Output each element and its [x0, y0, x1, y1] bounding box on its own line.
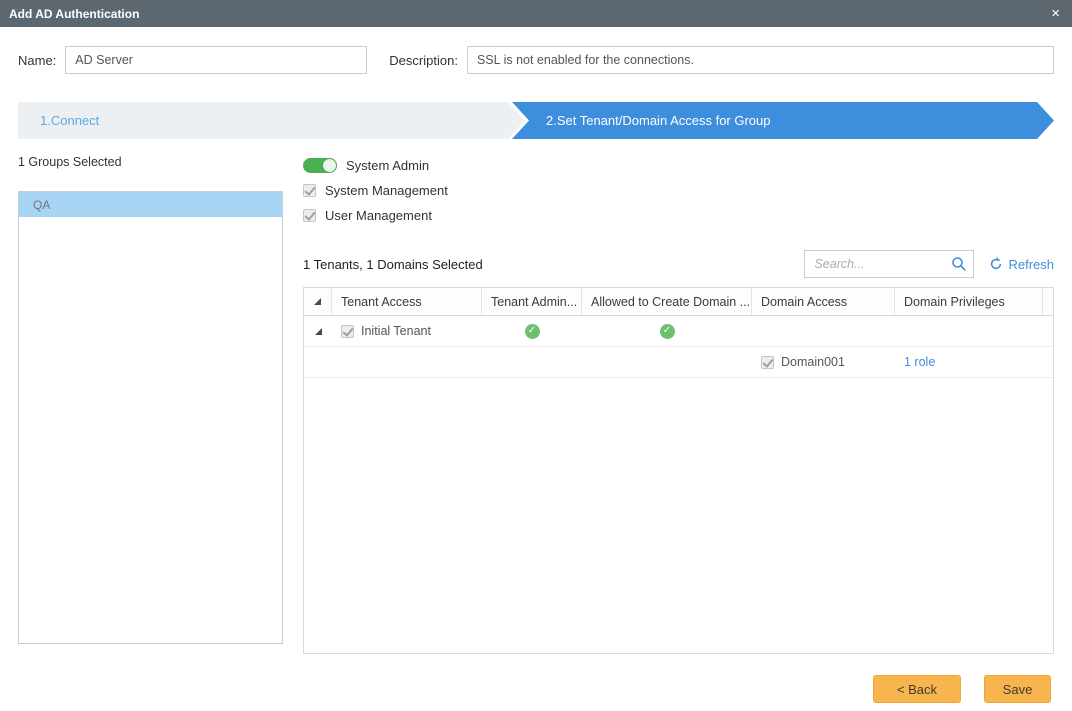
add-ad-authentication-dialog: Add AD Authentication × Name: Descriptio…: [0, 0, 1072, 654]
save-button[interactable]: Save: [984, 675, 1051, 703]
wizard-steps: 1.Connect 2.Set Tenant/Domain Access for…: [18, 102, 1054, 139]
header-expand-cell: [304, 288, 332, 315]
tenant-checkbox: [341, 325, 354, 338]
tenants-summary: 1 Tenants, 1 Domains Selected: [303, 257, 483, 272]
system-management-label: System Management: [325, 183, 448, 198]
user-management-label: User Management: [325, 208, 432, 223]
tenant-name: Initial Tenant: [361, 324, 431, 338]
domain-row[interactable]: Domain001 1 role: [304, 347, 1053, 378]
refresh-button[interactable]: Refresh: [989, 257, 1054, 272]
system-management-row: System Management: [303, 183, 1054, 198]
description-input[interactable]: [467, 46, 1054, 74]
system-admin-label: System Admin: [346, 158, 429, 173]
col-domain-access: Domain Access: [752, 288, 895, 315]
refresh-label: Refresh: [1008, 257, 1054, 272]
domain-privileges-link[interactable]: 1 role: [904, 355, 935, 369]
search-icon[interactable]: [951, 256, 967, 272]
group-list-item[interactable]: QA: [19, 192, 282, 217]
name-input[interactable]: [65, 46, 367, 74]
domain-access-cell: [752, 316, 895, 346]
tenant-row[interactable]: Initial Tenant ✓ ✓: [304, 316, 1053, 347]
user-management-checkbox: [303, 209, 316, 222]
system-admin-row: System Admin: [303, 158, 1054, 173]
system-management-checkbox: [303, 184, 316, 197]
allowed-create-cell: [582, 347, 752, 377]
tenant-admin-cell: [482, 347, 582, 377]
system-admin-toggle[interactable]: [303, 158, 337, 173]
expand-all-icon[interactable]: [314, 298, 321, 305]
domain-name: Domain001: [781, 355, 845, 369]
step-tenant-domain-access-label: 2.Set Tenant/Domain Access for Group: [546, 113, 771, 128]
groups-panel: 1 Groups Selected QA: [18, 153, 283, 654]
back-button[interactable]: < Back: [873, 675, 961, 703]
tenant-access-grid: Tenant Access Tenant Admin... Allowed to…: [303, 287, 1054, 654]
row-expand-cell: [304, 347, 332, 377]
dialog-content: 1 Groups Selected QA System Admin System…: [0, 153, 1072, 654]
step-connect-label: 1.Connect: [40, 113, 99, 128]
dialog-footer: < Back Save: [873, 675, 1051, 703]
toggle-knob: [323, 159, 336, 172]
col-domain-privileges: Domain Privileges: [895, 288, 1043, 315]
search-box: [804, 250, 974, 278]
domain-privileges-cell: 1 role: [895, 347, 1043, 377]
dialog-title: Add AD Authentication: [9, 7, 139, 21]
groups-selected-count: 1 Groups Selected: [18, 155, 283, 169]
tenant-admin-cell: ✓: [482, 316, 582, 346]
dialog-titlebar: Add AD Authentication ×: [0, 0, 1072, 27]
refresh-icon: [989, 257, 1003, 271]
tenant-admin-check-icon: ✓: [525, 324, 540, 339]
domain-access-cell: Domain001: [752, 347, 895, 377]
col-tenant-admin: Tenant Admin...: [482, 288, 582, 315]
tenant-access-cell: [332, 347, 482, 377]
access-panel: System Admin System Management User Mana…: [303, 153, 1054, 654]
tenants-toolbar: 1 Tenants, 1 Domains Selected Refresh: [303, 250, 1054, 278]
col-tenant-access: Tenant Access: [332, 288, 482, 315]
close-icon[interactable]: ×: [1051, 6, 1060, 21]
description-label: Description:: [389, 53, 458, 68]
row-spacer-cell: [1043, 316, 1053, 346]
header-spacer-cell: [1043, 288, 1053, 315]
domain-privileges-cell: [895, 316, 1043, 346]
row-expand-cell: [304, 316, 332, 346]
domain-checkbox: [761, 356, 774, 369]
groups-list: QA: [18, 191, 283, 644]
step-connect[interactable]: 1.Connect: [18, 102, 525, 139]
step-tenant-domain-access[interactable]: 2.Set Tenant/Domain Access for Group: [512, 102, 1054, 139]
row-spacer-cell: [1043, 347, 1053, 377]
search-input[interactable]: [805, 252, 951, 276]
collapse-row-icon[interactable]: [315, 328, 322, 335]
allowed-create-cell: ✓: [582, 316, 752, 346]
name-label: Name:: [18, 53, 56, 68]
tenant-access-cell: Initial Tenant: [332, 316, 482, 346]
user-management-row: User Management: [303, 208, 1054, 223]
grid-header: Tenant Access Tenant Admin... Allowed to…: [304, 288, 1053, 316]
form-row: Name: Description:: [0, 27, 1072, 74]
col-allowed-create-domain: Allowed to Create Domain ...: [582, 288, 752, 315]
allowed-create-check-icon: ✓: [660, 324, 675, 339]
